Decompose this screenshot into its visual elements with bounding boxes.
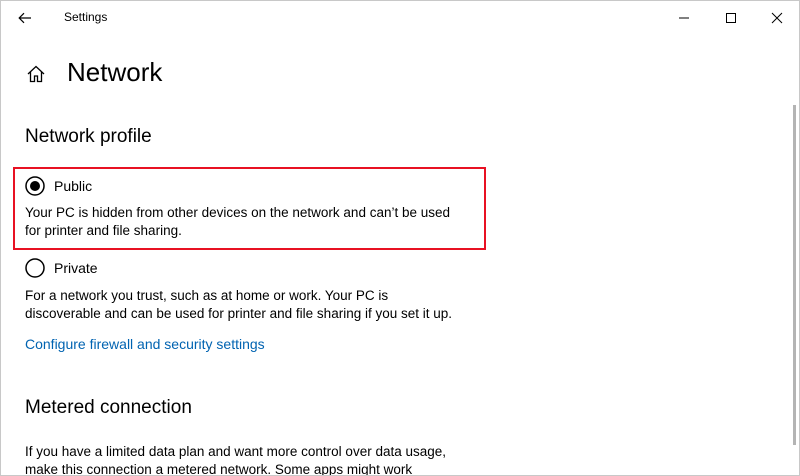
private-description-line: discoverable and can be used for printer… [25,306,453,321]
home-icon[interactable] [25,63,47,85]
scrollbar[interactable] [793,105,796,445]
maximize-icon [726,13,736,23]
configure-firewall-link[interactable]: Configure firewall and security settings [25,336,265,352]
settings-window: Settings Network Network profile Public … [0,0,800,476]
app-title: Settings [64,10,108,24]
back-button[interactable] [1,1,49,35]
page-title: Network [67,57,163,87]
metered-connection-heading: Metered connection [25,397,192,418]
minimize-button[interactable] [661,1,707,35]
private-description-line: For a network you trust, such as at home… [25,288,389,303]
metered-description-line: make this connection a metered network. … [25,462,413,476]
metered-description: If you have a limited data plan and want… [25,443,495,476]
metered-description-line: If you have a limited data plan and want… [25,444,447,459]
highlight-box [13,167,486,250]
minimize-icon [679,17,689,19]
title-bar: Settings [1,1,799,35]
close-button[interactable] [754,1,799,35]
back-arrow-icon [18,12,31,24]
private-description: For a network you trust, such as at home… [25,287,495,323]
private-radio-label[interactable]: Private [54,260,98,276]
maximize-button[interactable] [708,1,754,35]
private-radio[interactable] [25,258,45,278]
network-profile-heading: Network profile [25,126,152,147]
close-icon [771,12,783,24]
